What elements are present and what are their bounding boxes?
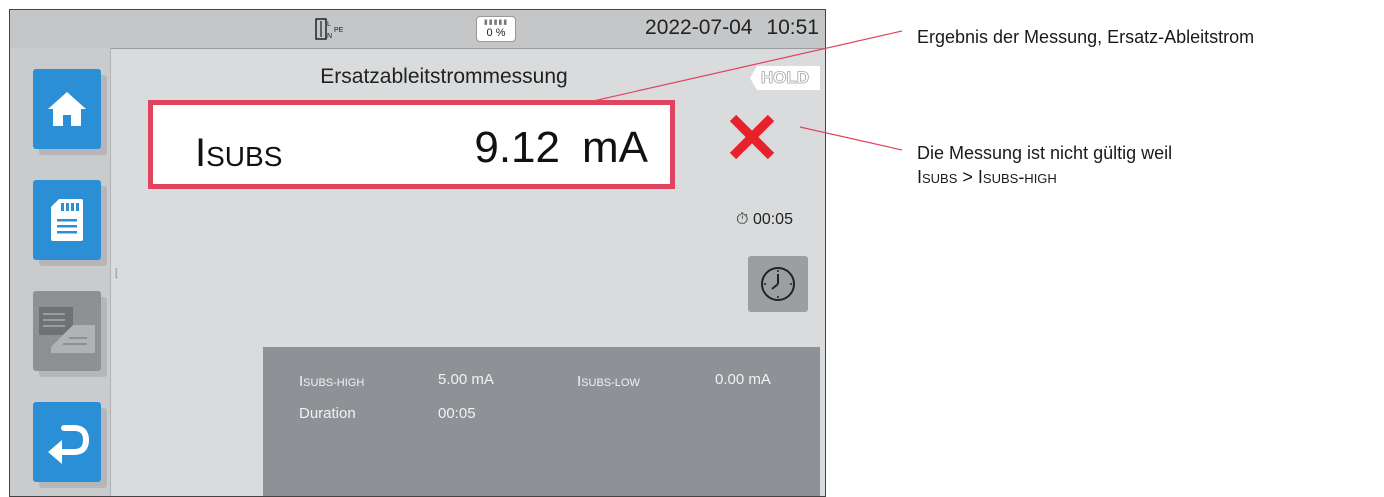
annotation-result: Ergebnis der Messung, Ersatz-Ableitstrom — [917, 27, 1255, 47]
annotation-invalid-line1: Die Messung ist nicht gültig weil — [917, 143, 1173, 163]
annotation-line-result — [579, 30, 903, 105]
annotation-lines — [579, 30, 903, 151]
annotation-line-invalid — [799, 126, 903, 151]
annotation-invalid-line2: Isubs > Isubs-high — [917, 167, 1057, 187]
